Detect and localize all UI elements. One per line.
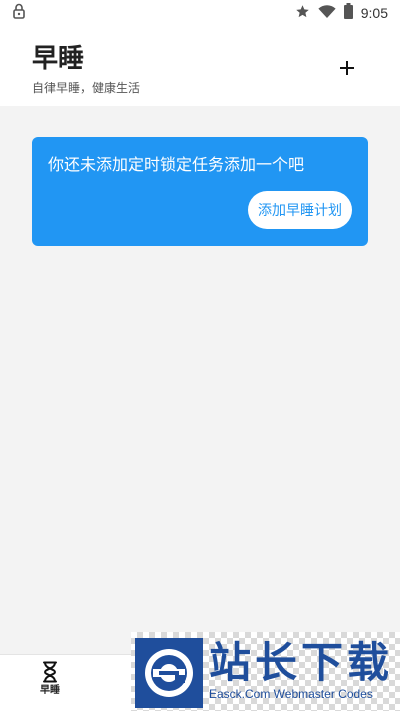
status-right: 9:05 xyxy=(295,3,388,23)
empty-state-message: 你还未添加定时锁定任务添加一个吧 xyxy=(48,155,305,174)
add-sleep-plan-button[interactable]: 添加早睡计划 xyxy=(248,191,352,229)
plus-icon xyxy=(340,61,354,75)
status-time: 9:05 xyxy=(360,5,388,21)
easck-logo xyxy=(135,638,203,711)
app-screen: 9:05 早睡 自律早睡，健康生活 你还未添加定时锁定任务添加一个吧 添加早睡计… xyxy=(0,0,400,711)
hourglass-icon xyxy=(43,661,57,683)
nav-item-early-sleep[interactable]: 早睡 xyxy=(28,661,72,705)
add-plan-icon-button[interactable] xyxy=(334,55,360,81)
app-header: 早睡 自律早睡，健康生活 xyxy=(0,26,400,106)
watermark: 站长下载 Easck.Com Webmaster Codes xyxy=(131,632,400,711)
status-bar: 9:05 xyxy=(0,0,400,26)
page-title: 早睡 xyxy=(32,44,85,74)
empty-state-card: 你还未添加定时锁定任务添加一个吧 添加早睡计划 xyxy=(32,137,368,246)
status-left xyxy=(12,3,26,23)
watermark-subtitle: Easck.Com Webmaster Codes xyxy=(209,687,373,701)
lock-icon xyxy=(12,3,26,23)
watermark-title: 站长下载 xyxy=(209,638,394,687)
page-subtitle: 自律早睡，健康生活 xyxy=(32,81,141,95)
battery-icon xyxy=(343,3,353,23)
star-icon xyxy=(295,4,310,23)
wifi-icon xyxy=(318,4,336,23)
nav-item-label: 早睡 xyxy=(40,685,60,696)
